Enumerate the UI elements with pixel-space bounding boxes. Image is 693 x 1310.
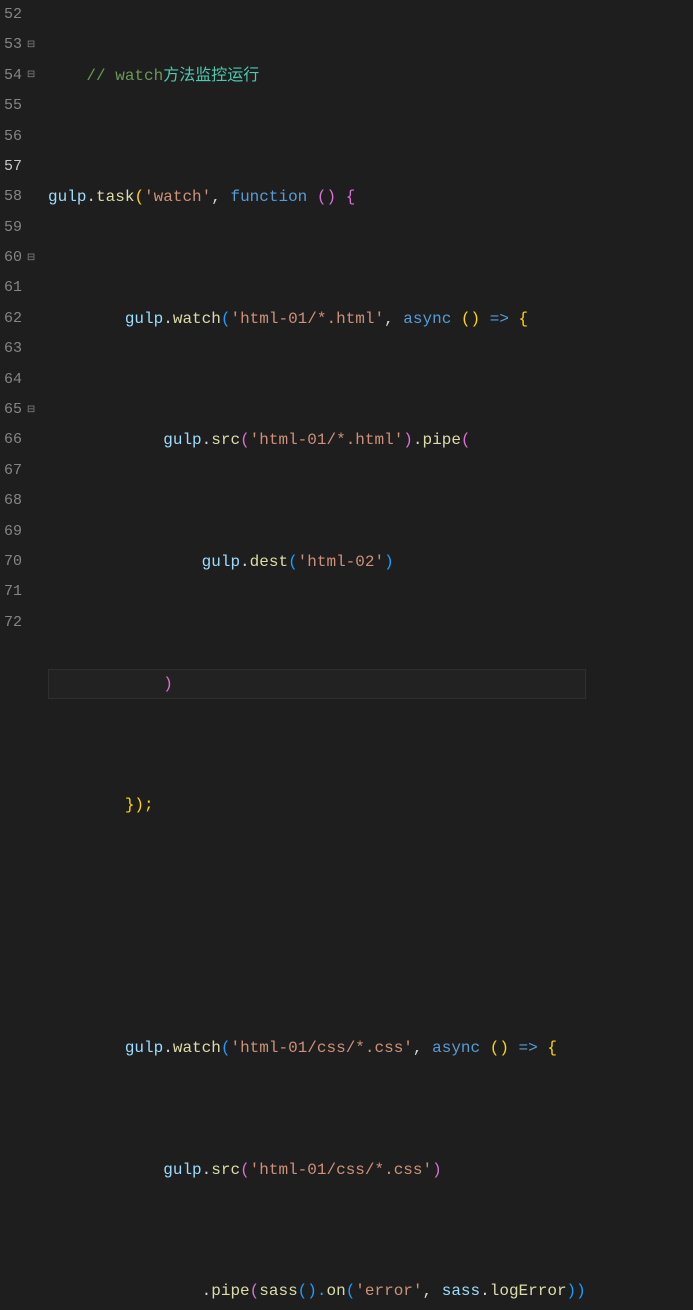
- line-number: 71: [4, 578, 22, 607]
- fold-icon[interactable]: ⊟: [26, 401, 36, 420]
- line-number: 63: [4, 335, 22, 364]
- line-number: 56: [4, 123, 22, 152]
- line-number: 67: [4, 457, 22, 486]
- line-number: 65: [4, 396, 22, 425]
- line-number: 58: [4, 183, 22, 212]
- line-number: 69: [4, 518, 22, 547]
- line-number: 53: [4, 31, 22, 60]
- line-number: 62: [4, 305, 22, 334]
- code-line[interactable]: gulp.src('html-01/*.html').pipe(: [48, 425, 586, 455]
- line-number: 66: [4, 426, 22, 455]
- code-line[interactable]: });: [48, 790, 586, 820]
- comment-text: // watch: [86, 61, 163, 91]
- fold-icon[interactable]: ⊟: [26, 36, 36, 55]
- code-line[interactable]: [48, 912, 586, 942]
- fold-icon[interactable]: ⊟: [26, 66, 36, 85]
- line-number: 70: [4, 548, 22, 577]
- line-number: 60: [4, 244, 22, 273]
- code-line[interactable]: gulp.task('watch', function () {: [48, 182, 586, 212]
- code-editor[interactable]: 52 53⊟ 54⊟ 55 56 57 58 59 60⊟ 61 62 63 6…: [0, 0, 693, 655]
- line-number: 59: [4, 214, 22, 243]
- code-line[interactable]: gulp.watch('html-01/*.html', async () =>…: [48, 304, 586, 334]
- comment-text: 方法监控运行: [163, 61, 259, 91]
- line-number: 61: [4, 274, 22, 303]
- line-number: 55: [4, 92, 22, 121]
- line-number: 57: [4, 153, 22, 182]
- code-line[interactable]: gulp.src('html-01/css/*.css'): [48, 1155, 586, 1185]
- line-number: 72: [4, 609, 22, 638]
- code-line-active[interactable]: ): [48, 669, 586, 699]
- line-number-gutter: 52 53⊟ 54⊟ 55 56 57 58 59 60⊟ 61 62 63 6…: [0, 0, 44, 655]
- fold-icon[interactable]: ⊟: [26, 249, 36, 268]
- code-line[interactable]: .pipe(sass().on('error', sass.logError)): [48, 1276, 586, 1306]
- line-number: 68: [4, 487, 22, 516]
- code-line[interactable]: gulp.dest('html-02'): [48, 547, 586, 577]
- code-area[interactable]: // watch方法监控运行 gulp.task('watch', functi…: [44, 0, 586, 655]
- line-number: 54: [4, 62, 22, 91]
- code-line[interactable]: // watch方法监控运行: [48, 61, 586, 91]
- code-line[interactable]: gulp.watch('html-01/css/*.css', async ()…: [48, 1033, 586, 1063]
- line-number: 52: [4, 1, 22, 30]
- line-number: 64: [4, 366, 22, 395]
